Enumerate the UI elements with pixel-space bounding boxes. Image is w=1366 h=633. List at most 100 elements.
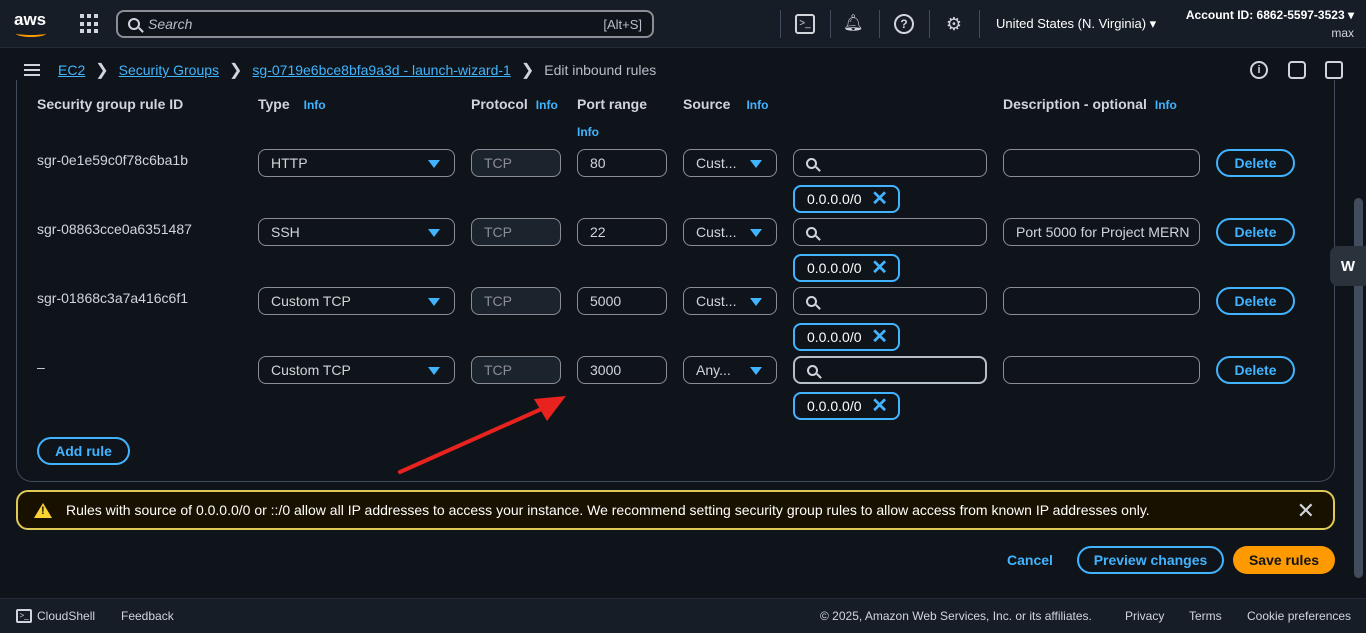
- inbound-rules-panel: [16, 80, 1335, 482]
- warning-text: Rules with source of 0.0.0.0/0 or ::/0 a…: [66, 502, 1150, 518]
- type-select[interactable]: Custom TCP: [258, 287, 455, 315]
- source-select[interactable]: Cust...: [683, 287, 777, 315]
- header-type-label: Type: [258, 96, 290, 112]
- warning-icon: [34, 502, 52, 518]
- port-range-input[interactable]: 80: [577, 149, 667, 177]
- description-input[interactable]: [1003, 356, 1200, 384]
- type-value: SSH: [271, 224, 300, 240]
- feedback-panel-icon[interactable]: [1325, 61, 1343, 79]
- chevron-right-icon: ❯: [520, 62, 535, 79]
- close-icon[interactable]: ✕: [871, 327, 888, 347]
- cidr-search-input[interactable]: [793, 356, 987, 384]
- caret-down-icon: [750, 298, 762, 306]
- header-description-label: Description - optional: [1003, 96, 1147, 112]
- feedback-link[interactable]: Feedback: [121, 609, 174, 623]
- caret-down-icon: [428, 367, 440, 375]
- cidr-search-input[interactable]: [793, 287, 987, 315]
- notifications-bell-icon[interactable]: 🔔︎: [843, 14, 863, 34]
- info-icon[interactable]: i: [1250, 61, 1268, 79]
- source-select[interactable]: Cust...: [683, 218, 777, 246]
- close-icon[interactable]: ✕: [1297, 498, 1315, 524]
- header-rule-id: Security group rule ID: [37, 96, 184, 112]
- port-range-input[interactable]: 3000: [577, 356, 667, 384]
- cookie-preferences-link[interactable]: Cookie preferences: [1247, 609, 1351, 623]
- close-icon[interactable]: ✕: [871, 396, 888, 416]
- type-value: Custom TCP: [271, 362, 351, 378]
- source-value: Cust...: [696, 293, 737, 309]
- warning-alert: Rules with source of 0.0.0.0/0 or ::/0 a…: [16, 490, 1335, 530]
- preview-changes-button[interactable]: Preview changes: [1077, 546, 1224, 574]
- chevron-right-icon: ❯: [229, 62, 243, 79]
- breadcrumb-current: Edit inbound rules: [544, 62, 657, 78]
- port-range-input[interactable]: 22: [577, 218, 667, 246]
- save-rules-button[interactable]: Save rules: [1233, 546, 1335, 574]
- breadcrumb-security-group[interactable]: sg-0719e6bce8bfa9a3d - launch-wizard-1: [252, 62, 510, 78]
- search-icon: [807, 364, 818, 376]
- side-widget-tab[interactable]: W: [1330, 246, 1366, 286]
- info-link[interactable]: Info: [746, 98, 768, 112]
- account-id: Account ID: 6862-5597-3523: [1185, 8, 1345, 22]
- close-icon[interactable]: ✕: [871, 189, 888, 209]
- chevron-down-icon: ▾: [1347, 8, 1354, 22]
- delete-button[interactable]: Delete: [1216, 287, 1295, 315]
- search-shortcut: [Alt+S]: [603, 16, 642, 32]
- close-icon[interactable]: ✕: [871, 258, 888, 278]
- protocol-field: TCP: [471, 218, 561, 246]
- rule-id: sgr-08863cce0a6351487: [37, 221, 192, 237]
- menu-hamburger-icon[interactable]: [24, 64, 40, 76]
- help-icon[interactable]: ?: [894, 14, 914, 34]
- description-input[interactable]: Port 5000 for Project MERN: [1003, 218, 1200, 246]
- cloudshell-icon[interactable]: >_: [795, 14, 815, 34]
- info-link[interactable]: Info: [1155, 98, 1177, 112]
- aws-logo[interactable]: aws: [14, 10, 54, 38]
- divider: [929, 10, 930, 38]
- header-port-range: Port range: [577, 96, 648, 112]
- header-type: Type Info: [258, 96, 326, 112]
- cancel-button[interactable]: Cancel: [1007, 552, 1053, 568]
- header-source-label: Source: [683, 96, 731, 112]
- protocol-field: TCP: [471, 149, 561, 177]
- source-value: Cust...: [696, 224, 737, 240]
- delete-button[interactable]: Delete: [1216, 218, 1295, 246]
- cidr-search-input[interactable]: [793, 149, 987, 177]
- region-selector[interactable]: United States (N. Virginia) ▾: [996, 16, 1156, 32]
- top-navigation-bar: aws Search [Alt+S] >_ 🔔︎ ? ⚙ United Stat…: [0, 0, 1366, 48]
- rule-id: –: [37, 359, 45, 375]
- add-rule-button[interactable]: Add rule: [37, 437, 130, 465]
- search-icon: [806, 157, 817, 169]
- privacy-link[interactable]: Privacy: [1125, 609, 1164, 623]
- delete-button[interactable]: Delete: [1216, 356, 1295, 384]
- cidr-search-input[interactable]: [793, 218, 987, 246]
- cidr-token: 0.0.0.0/0 ✕: [793, 392, 900, 420]
- source-select[interactable]: Cust...: [683, 149, 777, 177]
- settings-gear-icon[interactable]: ⚙: [944, 14, 964, 34]
- aws-smile-icon: [16, 30, 46, 37]
- search-input[interactable]: Search [Alt+S]: [116, 10, 654, 38]
- protocol-field: TCP: [471, 287, 561, 315]
- services-grid-icon[interactable]: [80, 14, 100, 34]
- source-value: Cust...: [696, 155, 737, 171]
- aws-logo-text: aws: [14, 10, 47, 29]
- breadcrumb-security-groups[interactable]: Security Groups: [119, 62, 219, 78]
- type-select[interactable]: HTTP: [258, 149, 455, 177]
- info-link[interactable]: Info: [577, 125, 599, 139]
- caret-down-icon: [750, 229, 762, 237]
- notifications-panel-icon[interactable]: [1288, 61, 1306, 79]
- type-select[interactable]: SSH: [258, 218, 455, 246]
- cloudshell-icon: >_: [16, 609, 32, 623]
- delete-button[interactable]: Delete: [1216, 149, 1295, 177]
- description-input[interactable]: [1003, 287, 1200, 315]
- info-link[interactable]: Info: [536, 98, 558, 112]
- source-select[interactable]: Any...: [683, 356, 777, 384]
- cidr-token-label: 0.0.0.0/0: [807, 191, 862, 207]
- region-label: United States (N. Virginia): [996, 16, 1147, 31]
- account-menu[interactable]: Account ID: 6862-5597-3523 ▾ max: [1186, 6, 1354, 42]
- footer: >_ CloudShell Feedback © 2025, Amazon We…: [0, 598, 1366, 633]
- breadcrumb-ec2[interactable]: EC2: [58, 62, 85, 78]
- type-select[interactable]: Custom TCP: [258, 356, 455, 384]
- description-input[interactable]: [1003, 149, 1200, 177]
- terms-link[interactable]: Terms: [1189, 609, 1222, 623]
- port-range-input[interactable]: 5000: [577, 287, 667, 315]
- cloudshell-link[interactable]: CloudShell: [37, 609, 95, 623]
- info-link[interactable]: Info: [304, 98, 326, 112]
